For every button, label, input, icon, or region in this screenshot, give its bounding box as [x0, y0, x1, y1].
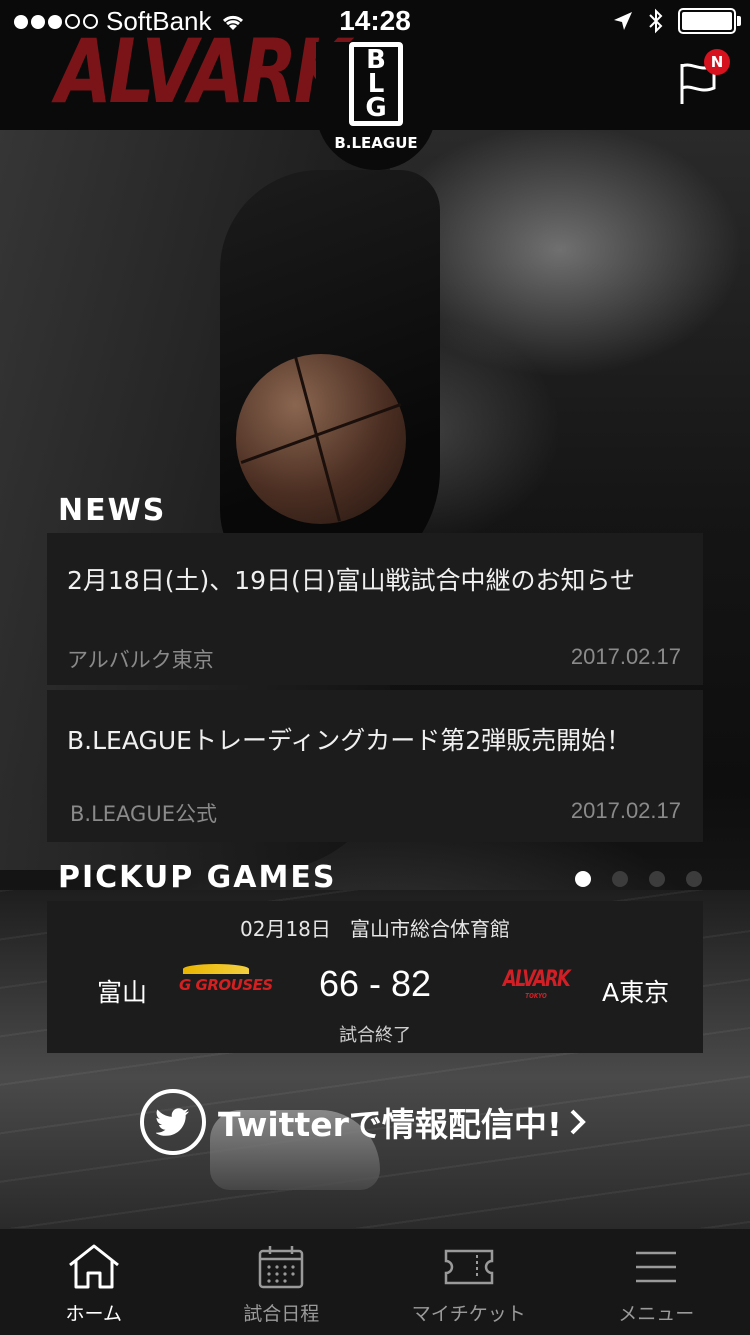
carousel-pagination[interactable]: [575, 871, 702, 887]
game-date-venue: 02月18日 富山市総合体育館: [47, 913, 703, 942]
page-dot[interactable]: [686, 871, 702, 887]
away-logo-sub: TOKYO: [503, 992, 569, 1000]
menu-icon: [633, 1249, 679, 1285]
battery-icon: [678, 8, 736, 34]
page-dot[interactable]: [612, 871, 628, 887]
away-logo-text: ALVARK: [503, 967, 569, 992]
twitter-bird-icon: [140, 1089, 206, 1155]
page-dot-active[interactable]: [575, 871, 591, 887]
tab-home[interactable]: ホーム: [0, 1229, 188, 1335]
tab-label: マイチケット: [412, 1299, 526, 1326]
news-title: 2月18日(土)、19日(日)富山戦試合中継のお知らせ: [67, 561, 635, 597]
tab-schedule[interactable]: 試合日程: [188, 1229, 376, 1335]
news-date: 2017.02.17: [571, 644, 681, 670]
tab-menu[interactable]: メニュー: [563, 1229, 750, 1335]
pickup-games-section-title: PICKUP GAMES: [58, 860, 336, 895]
news-title: B.LEAGUEトレーディングカード第2弾販売開始！: [67, 721, 631, 757]
bluetooth-icon: [648, 8, 664, 34]
twitter-label: Twitterで情報配信中!: [218, 1098, 562, 1146]
news-item[interactable]: B.LEAGUEトレーディングカード第2弾販売開始！ B.LEAGUE公式 20…: [47, 690, 703, 842]
game-venue: 富山市総合体育館: [350, 917, 510, 941]
chevron-right-icon: [568, 1107, 588, 1137]
news-date: 2017.02.17: [571, 798, 681, 824]
league-logo-text: B.LEAGUE: [334, 134, 417, 152]
ticket-icon: [443, 1247, 495, 1287]
location-arrow-icon: [612, 10, 634, 32]
twitter-link[interactable]: Twitterで情報配信中!: [140, 1085, 588, 1159]
tab-label: 試合日程: [243, 1299, 319, 1326]
news-source: アルバルク東京: [67, 644, 214, 674]
game-card[interactable]: 02月18日 富山市総合体育館 富山 G GROUSES 66 - 82 ALV…: [47, 901, 703, 1053]
basketball-image: [236, 354, 406, 524]
game-date: 02月18日: [240, 917, 331, 941]
calendar-icon: [257, 1244, 305, 1290]
notification-badge: N: [704, 49, 730, 75]
home-icon: [66, 1243, 122, 1291]
tab-label: ホーム: [66, 1299, 122, 1326]
status-bar: SoftBank 14:28: [0, 0, 750, 40]
tab-my-ticket[interactable]: マイチケット: [375, 1229, 563, 1335]
tab-bar: ホーム 試合日程 マイチケット: [0, 1228, 750, 1335]
tab-label: メニュー: [618, 1299, 694, 1326]
away-team-name: A東京: [602, 973, 669, 1009]
news-source: B.LEAGUE公式: [70, 798, 217, 828]
page-dot[interactable]: [649, 871, 665, 887]
news-section-title: NEWS: [58, 493, 166, 528]
league-logo[interactable]: BLG B.LEAGUE: [316, 42, 436, 170]
news-item[interactable]: 2月18日(土)、19日(日)富山戦試合中継のお知らせ アルバルク東京 2017…: [47, 533, 703, 685]
game-status: 試合終了: [47, 1021, 703, 1047]
league-emblem-icon: BLG: [349, 42, 403, 126]
away-team-logo: ALVARK TOKYO: [503, 967, 569, 1000]
